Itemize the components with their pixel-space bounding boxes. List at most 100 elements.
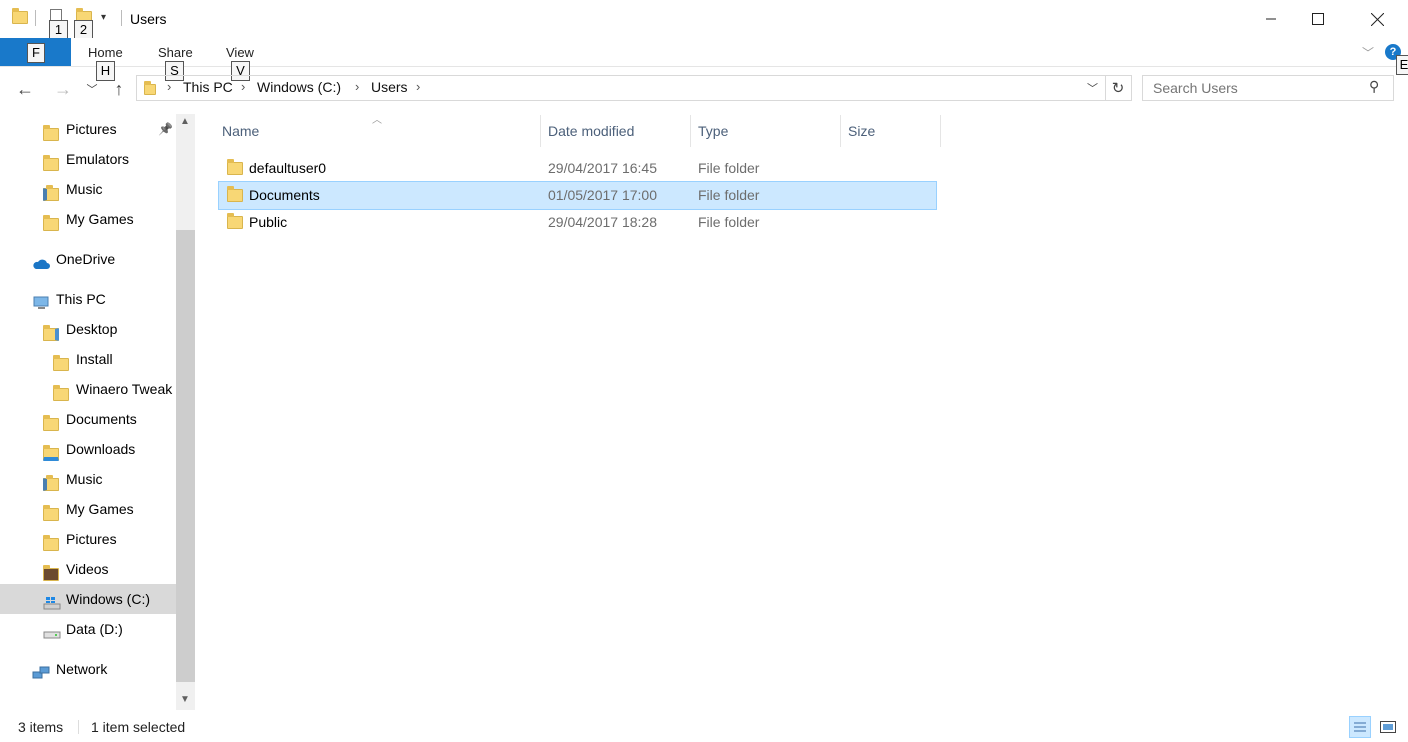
- navigation-scrollbar[interactable]: ▲ ▼: [176, 114, 195, 710]
- scroll-down-arrow-icon[interactable]: ▼: [180, 694, 190, 705]
- sidebar-item-winaero-tweak[interactable]: Winaero Tweak: [0, 374, 176, 404]
- breadcrumb-users[interactable]: Users: [371, 79, 408, 95]
- title-bar: 1 2 ▾ Users: [0, 0, 1408, 40]
- column-divider[interactable]: [540, 115, 541, 147]
- scroll-up-arrow-icon[interactable]: ▲: [180, 116, 190, 127]
- sidebar-item-my-games[interactable]: My Games: [0, 204, 176, 234]
- chevron-right-icon[interactable]: ›: [355, 79, 359, 94]
- column-header-name[interactable]: Name: [222, 115, 259, 147]
- item-count: 3 items: [18, 719, 64, 735]
- file-row[interactable]: Public 29/04/2017 18:28 File folder: [219, 209, 936, 236]
- back-button[interactable]: ←: [14, 78, 36, 100]
- sidebar-item-music[interactable]: Music: [0, 464, 176, 494]
- tab-home[interactable]: Home: [88, 45, 123, 60]
- sidebar-item-data-d[interactable]: Data (D:): [0, 614, 176, 644]
- onedrive-icon: [32, 251, 50, 269]
- pictures-folder-icon: [43, 121, 59, 141]
- navigation-pane: Pictures 📌 Emulators Music My Games OneDrive T…: [0, 114, 176, 710]
- keytip-1: 1: [49, 20, 68, 40]
- refresh-button[interactable]: ↻: [1105, 75, 1132, 101]
- sidebar-item-label: Install: [76, 351, 113, 367]
- folder-icon: [227, 159, 243, 175]
- search-input[interactable]: [1151, 78, 1360, 98]
- sidebar-item-this-pc[interactable]: This PC: [0, 284, 176, 314]
- sidebar-item-label: Emulators: [66, 151, 130, 167]
- sidebar-item-label: Desktop: [66, 321, 118, 337]
- folder-icon: [53, 381, 69, 401]
- chevron-right-icon[interactable]: ›: [241, 79, 245, 94]
- documents-folder-icon: [227, 186, 243, 202]
- sidebar-item-windows-c[interactable]: Windows (C:): [0, 584, 176, 614]
- sidebar-item-label: Downloads: [66, 441, 136, 457]
- keytip-file: F: [27, 43, 45, 63]
- customize-qat-icon[interactable]: ▾: [101, 12, 106, 23]
- search-box[interactable]: ⚲: [1142, 75, 1394, 101]
- sidebar-item-label: Documents: [66, 411, 137, 427]
- sidebar-item-downloads[interactable]: Downloads: [0, 434, 176, 464]
- expand-ribbon-icon[interactable]: ﹀: [1362, 44, 1374, 61]
- sidebar-item-network[interactable]: Network: [0, 654, 176, 684]
- sidebar-item-onedrive[interactable]: OneDrive: [0, 244, 176, 274]
- column-divider[interactable]: [690, 115, 691, 147]
- close-icon: [1370, 12, 1384, 26]
- file-date-modified: 01/05/2017 17:00: [548, 187, 657, 203]
- file-row[interactable]: Documents 01/05/2017 17:00 File folder: [218, 181, 937, 210]
- sidebar-item-label: Music: [66, 471, 103, 487]
- qat-divider: [35, 10, 36, 26]
- sidebar-item-emulators[interactable]: Emulators: [0, 144, 176, 174]
- pictures-folder-icon: [43, 531, 59, 551]
- sidebar-item-pictures[interactable]: Pictures: [0, 524, 176, 554]
- sidebar-item-pictures[interactable]: Pictures 📌: [0, 114, 176, 144]
- location-folder-icon: [144, 81, 156, 98]
- window-title: Users: [130, 11, 167, 27]
- maximize-icon: [1312, 13, 1324, 25]
- sidebar-item-my-games[interactable]: My Games: [0, 494, 176, 524]
- address-bar[interactable]: › This PC › Windows (C:) › Users › ﹀: [136, 75, 1106, 101]
- documents-folder-icon: [43, 411, 59, 431]
- column-divider[interactable]: [840, 115, 841, 147]
- file-date-modified: 29/04/2017 18:28: [548, 214, 657, 230]
- sidebar-item-music[interactable]: Music: [0, 174, 176, 204]
- large-icons-view-icon: [1380, 721, 1396, 733]
- sidebar-item-install[interactable]: Install: [0, 344, 176, 374]
- sidebar-item-label: My Games: [66, 501, 134, 517]
- file-type: File folder: [698, 214, 760, 230]
- sidebar-item-label: OneDrive: [56, 251, 116, 267]
- maximize-button[interactable]: [1295, 0, 1341, 38]
- arrow-right-icon: →: [54, 78, 72, 99]
- sidebar-item-videos[interactable]: Videos: [0, 554, 176, 584]
- tab-share[interactable]: Share: [158, 45, 193, 60]
- column-header-date-modified[interactable]: Date modified: [548, 115, 634, 147]
- sidebar-item-label: Videos: [66, 561, 109, 577]
- network-icon: [32, 661, 50, 679]
- recent-locations-button[interactable]: ﹀: [84, 78, 100, 100]
- forward-button[interactable]: →: [52, 78, 74, 100]
- chevron-right-icon[interactable]: ›: [167, 79, 171, 94]
- sidebar-item-label: Winaero Tweak: [76, 381, 173, 397]
- minimize-button[interactable]: [1248, 0, 1294, 38]
- arrow-left-icon: ←: [16, 78, 34, 99]
- folder-icon: [43, 211, 59, 231]
- chevron-right-icon[interactable]: ›: [416, 79, 420, 94]
- sidebar-item-documents[interactable]: Documents: [0, 404, 176, 434]
- keytip-2: 2: [74, 20, 93, 40]
- file-type: File folder: [698, 160, 760, 176]
- close-button[interactable]: [1354, 0, 1400, 38]
- column-divider[interactable]: [940, 115, 941, 147]
- tab-view[interactable]: View: [226, 45, 254, 60]
- app-folder-icon: [12, 8, 28, 27]
- sidebar-item-desktop[interactable]: Desktop: [0, 314, 176, 344]
- tab-file[interactable]: F: [0, 38, 71, 66]
- address-dropdown-icon[interactable]: ﹀: [1087, 80, 1098, 96]
- windows-drive-icon: [43, 591, 61, 610]
- breadcrumb-windows-c[interactable]: Windows (C:): [257, 79, 341, 95]
- up-button[interactable]: ↑: [108, 78, 130, 100]
- status-bar: 3 items 1 item selected: [0, 714, 1408, 742]
- details-view-button[interactable]: [1349, 716, 1371, 738]
- file-row[interactable]: defaultuser0 29/04/2017 16:45 File folder: [219, 155, 936, 182]
- column-header-type[interactable]: Type: [698, 115, 728, 147]
- column-header-size[interactable]: Size: [848, 115, 875, 147]
- large-icons-view-button[interactable]: [1377, 716, 1399, 738]
- scrollbar-thumb[interactable]: [176, 230, 195, 682]
- breadcrumb-this-pc[interactable]: This PC: [183, 79, 233, 95]
